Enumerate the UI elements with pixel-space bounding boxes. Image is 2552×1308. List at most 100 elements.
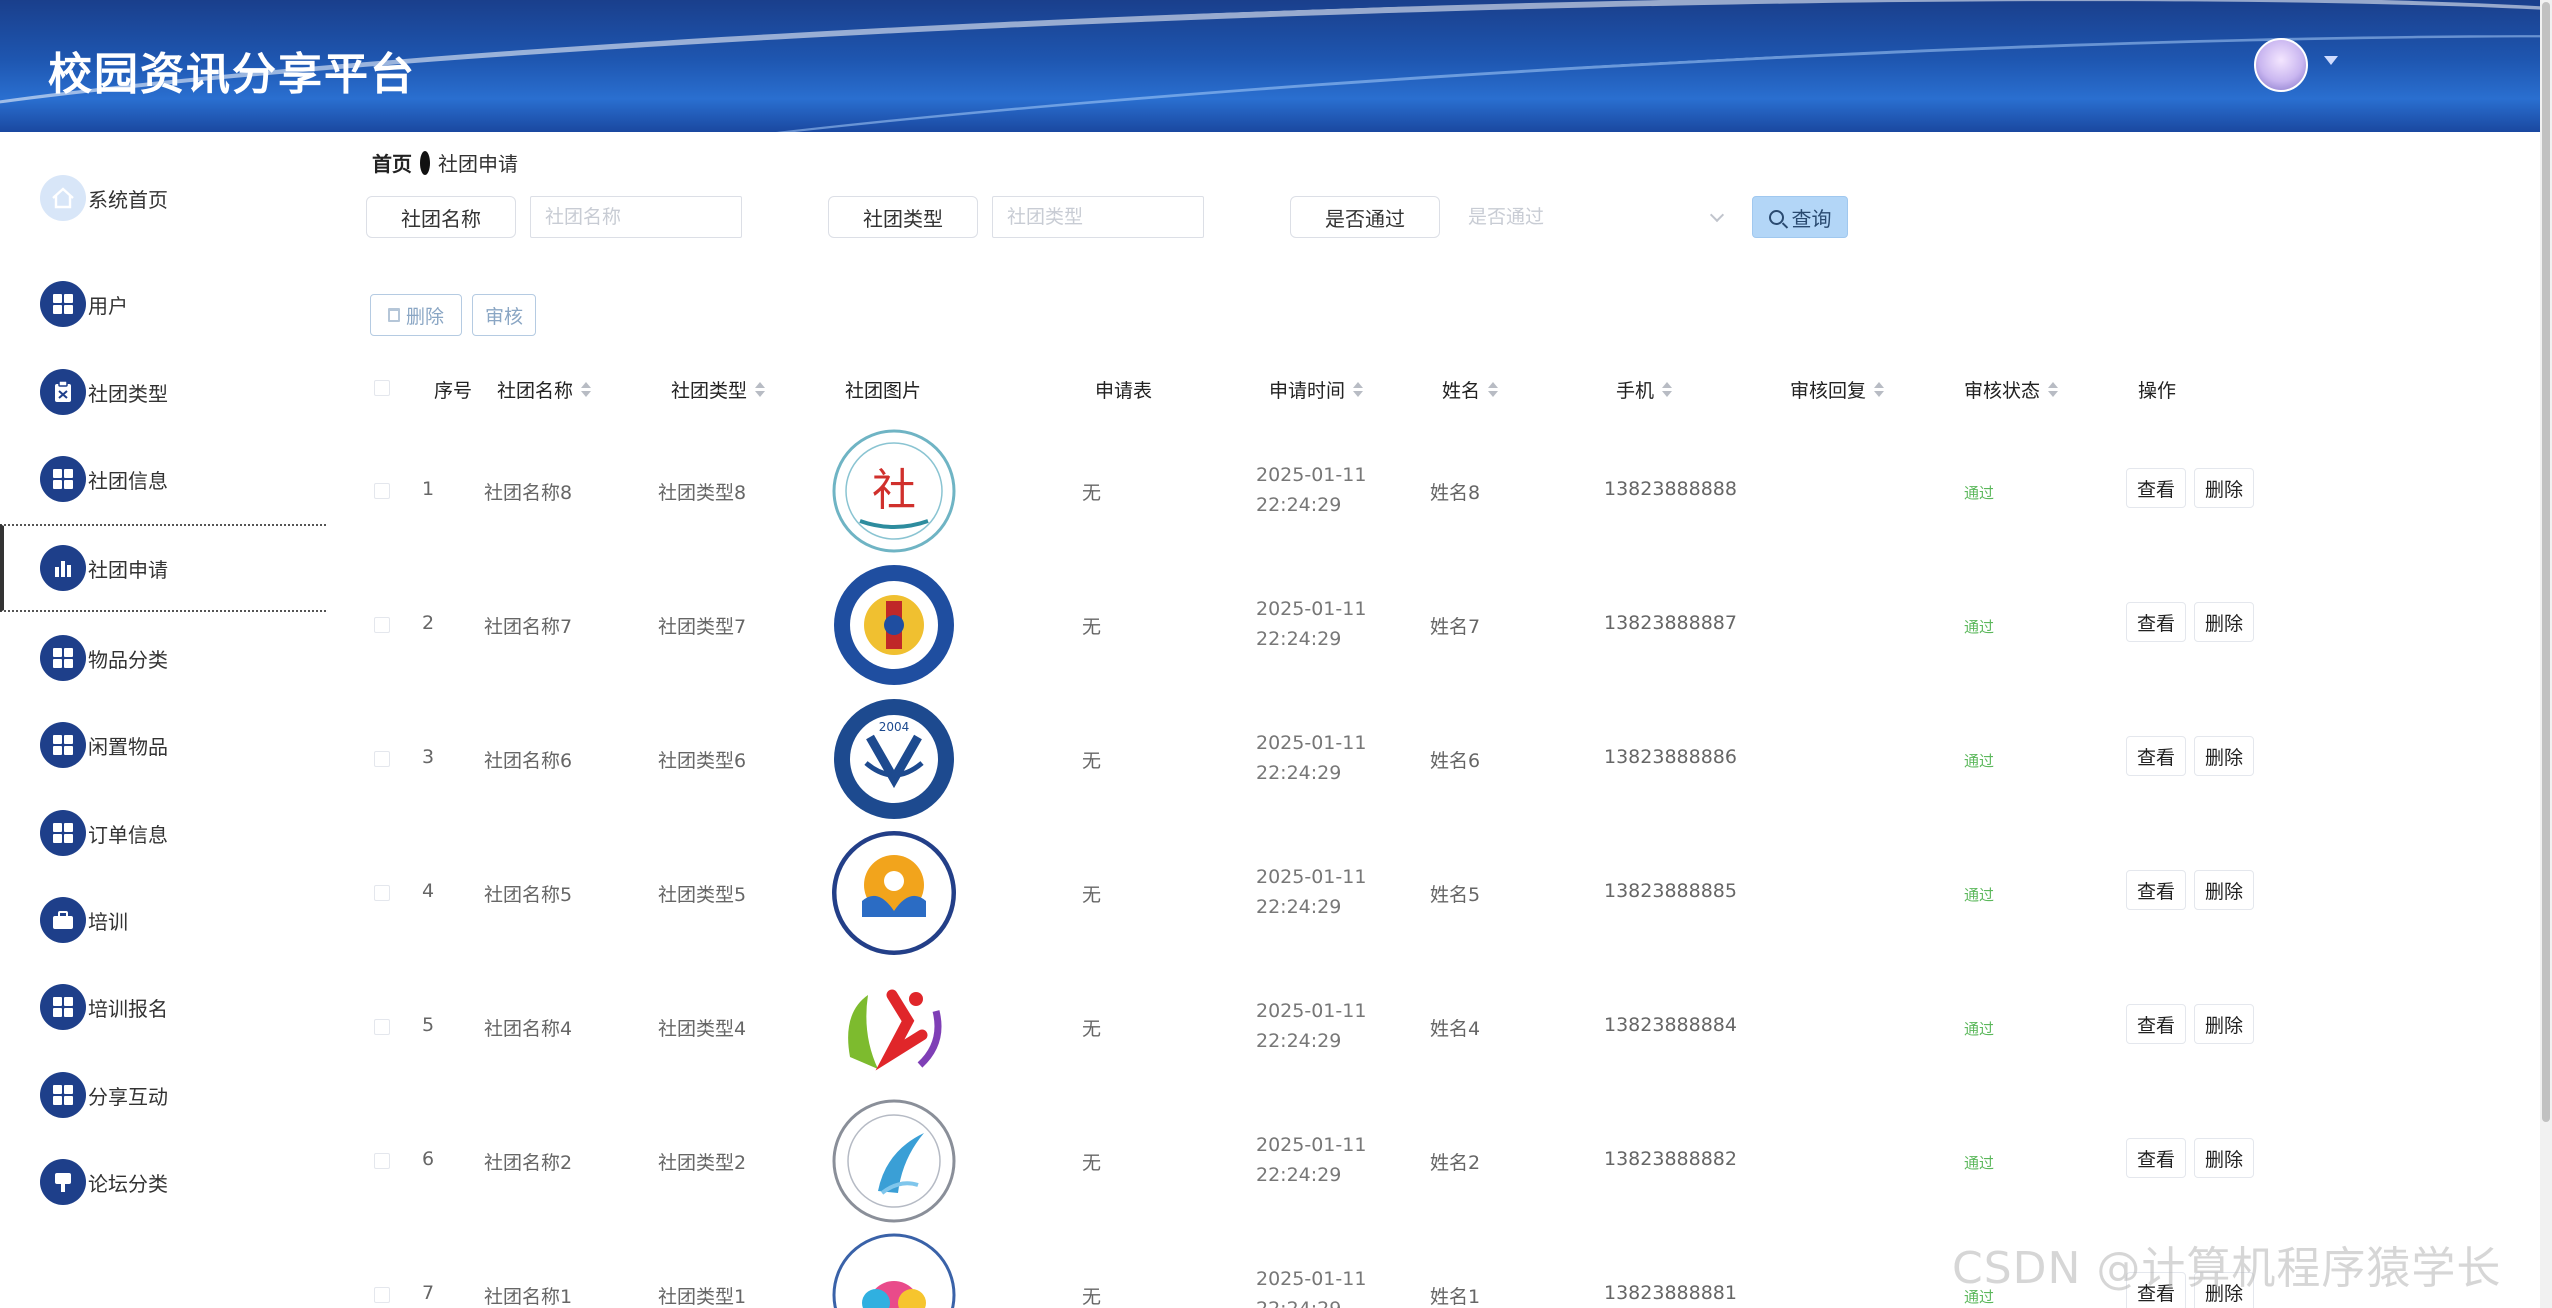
cell-name: 社团名称1 (484, 1286, 573, 1308)
delete-button[interactable]: 删除 (2194, 468, 2254, 508)
sidebar-item-11[interactable]: 分享互动 (0, 1051, 326, 1139)
col-time[interactable]: 申请时间 (1269, 376, 1364, 403)
club-name-input[interactable] (530, 196, 742, 238)
col-image-label: 社团图片 (845, 380, 922, 402)
page-scrollbar[interactable] (2540, 0, 2552, 1308)
user-avatar[interactable] (2254, 38, 2308, 92)
review-button[interactable]: 审核 (472, 294, 536, 336)
club-logo-image[interactable] (832, 1233, 956, 1308)
delete-button-label: 删除 (2204, 746, 2243, 769)
chevron-down-icon[interactable] (2324, 56, 2338, 65)
sort-icon[interactable] (581, 381, 592, 398)
sidebar-item-5[interactable]: 社团申请 (0, 524, 326, 612)
sort-icon[interactable] (755, 381, 766, 398)
cell-index: 3 (422, 746, 435, 768)
delete-button-label: 删除 (2204, 478, 2243, 501)
view-button[interactable]: 查看 (2126, 468, 2186, 508)
cell-type: 社团类型8 (658, 482, 747, 504)
col-phone[interactable]: 手机 (1616, 376, 1673, 403)
col-person[interactable]: 姓名 (1442, 376, 1499, 403)
view-button[interactable]: 查看 (2126, 736, 2186, 776)
grid-icon (40, 984, 86, 1030)
breadcrumb: 首页 社团申请 (372, 148, 518, 177)
club-logo-image[interactable] (832, 1099, 956, 1223)
table-row: 5 社团名称4 社团类型4 无 2025-01-11 22:24:29 姓名4 138238… (352, 960, 2496, 1094)
delete-button-label: 删除 (2204, 1148, 2243, 1171)
delete-button-label: 删除 (2204, 880, 2243, 903)
cell-type: 社团类型6 (658, 750, 747, 772)
col-status[interactable]: 审核状态 (1964, 376, 2059, 403)
club-logo-image[interactable] (832, 965, 956, 1089)
cell-name: 社团名称7 (484, 616, 573, 638)
review-button-label: 审核 (484, 305, 523, 328)
view-button[interactable]: 查看 (2126, 1138, 2186, 1178)
view-button[interactable]: 查看 (2126, 1004, 2186, 1044)
search-icon (1768, 209, 1784, 225)
cell-phone: 13823888886 (1604, 746, 1737, 768)
cell-form: 无 (1082, 884, 1102, 906)
sort-icon[interactable] (1662, 381, 1673, 398)
sidebar-item-10[interactable]: 培训报名 (0, 963, 326, 1051)
query-button[interactable]: 查询 (1752, 196, 1848, 238)
sidebar-item-label: 社团类型 (88, 381, 168, 406)
sidebar-item-9[interactable]: 培训 (0, 876, 326, 964)
applications-table: 序号 社团名称 社团类型 社团图片 申请表 申请时间 姓名 手机 审核回复 审核… (352, 352, 2496, 1308)
row-checkbox[interactable] (374, 885, 390, 901)
cell-form: 无 (1082, 1018, 1102, 1040)
delete-button[interactable]: 删除 (2194, 736, 2254, 776)
cell-form: 无 (1082, 1152, 1102, 1174)
row-checkbox[interactable] (374, 751, 390, 767)
sidebar-item-7[interactable]: 闲置物品 (0, 701, 326, 789)
view-button-label: 查看 (2136, 478, 2175, 501)
select-all-checkbox[interactable] (374, 380, 390, 396)
view-button[interactable]: 查看 (2126, 870, 2186, 910)
delete-button[interactable]: 删除 (2194, 1004, 2254, 1044)
row-checkbox[interactable] (374, 1287, 390, 1303)
club-logo-image[interactable]: 社 (832, 429, 956, 553)
sidebar-item-4[interactable]: 社团信息 (0, 435, 326, 523)
club-logo-image[interactable]: 2004 (832, 697, 956, 821)
cell-type: 社团类型2 (658, 1152, 747, 1174)
col-form: 申请表 (1095, 376, 1152, 403)
sidebar-item-8[interactable]: 订单信息 (0, 789, 326, 877)
row-checkbox[interactable] (374, 617, 390, 633)
cell-time: 2025-01-11 22:24:29 (1256, 866, 1367, 918)
cell-name: 社团名称2 (484, 1152, 573, 1174)
cell-person: 姓名5 (1430, 884, 1481, 906)
club-logo-image[interactable] (832, 563, 956, 687)
sort-icon[interactable] (1874, 381, 1885, 398)
sidebar-item-2[interactable]: 用户 (0, 260, 326, 348)
row-checkbox[interactable] (374, 1019, 390, 1035)
sort-icon[interactable] (2048, 381, 2059, 398)
batch-delete-button[interactable]: 删除 (370, 294, 462, 336)
cell-phone: 13823888885 (1604, 880, 1737, 902)
cell-phone: 13823888882 (1604, 1148, 1737, 1170)
sort-icon[interactable] (1353, 381, 1364, 398)
pass-status-select[interactable] (1454, 196, 1666, 238)
club-type-input[interactable] (992, 196, 1204, 238)
col-type[interactable]: 社团类型 (671, 376, 766, 403)
sidebar-item-12[interactable]: 论坛分类 (0, 1138, 326, 1226)
cell-index: 1 (422, 478, 435, 500)
delete-button-label: 删除 (2204, 612, 2243, 635)
col-name[interactable]: 社团名称 (497, 376, 592, 403)
sort-icon[interactable] (1488, 381, 1499, 398)
col-reply[interactable]: 审核回复 (1790, 376, 1885, 403)
delete-button[interactable]: 删除 (2194, 602, 2254, 642)
scrollbar-thumb[interactable] (2542, 2, 2550, 1122)
club-logo-image[interactable] (832, 831, 956, 955)
col-reply-label: 审核回复 (1790, 380, 1867, 402)
sidebar-item-1[interactable]: 系统首页 (0, 154, 326, 242)
sidebar-item-3[interactable]: 社团类型 (0, 348, 326, 436)
col-index-label: 序号 (434, 380, 473, 402)
delete-button[interactable]: 删除 (2194, 870, 2254, 910)
row-checkbox[interactable] (374, 1153, 390, 1169)
chevron-down-icon[interactable] (1709, 207, 1725, 223)
breadcrumb-home[interactable]: 首页 (372, 148, 412, 177)
row-checkbox[interactable] (374, 483, 390, 499)
delete-button[interactable]: 删除 (2194, 1138, 2254, 1178)
status-badge: 通过 (1964, 1154, 1995, 1172)
club-type-label: 社团类型 (828, 196, 978, 238)
view-button[interactable]: 查看 (2126, 602, 2186, 642)
sidebar-item-6[interactable]: 物品分类 (0, 614, 326, 702)
